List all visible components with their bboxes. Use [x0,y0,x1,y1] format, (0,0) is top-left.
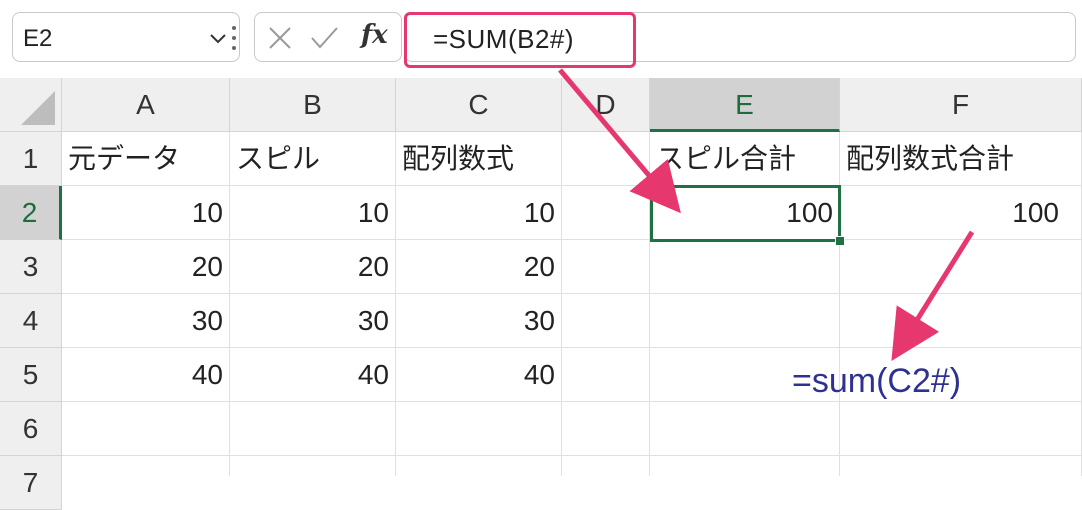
row-header-1[interactable]: 1 [0,132,62,186]
cell-d3[interactable] [562,240,650,294]
annotation-formula: =sum(C2#) [792,362,962,400]
enter-check-icon[interactable] [309,23,339,53]
cell-d6[interactable] [562,402,650,456]
cell-b7[interactable] [230,456,396,476]
cell-b2[interactable]: 10 [230,186,396,240]
cell-f1[interactable]: 配列数式合計 [840,132,1082,186]
cell-d4[interactable] [562,294,650,348]
formula-highlight-box [404,12,636,68]
cell-f2[interactable]: 100 [840,186,1082,240]
fill-handle[interactable] [835,236,845,246]
cell-a5[interactable]: 40 [62,348,230,402]
column-header-b[interactable]: B [230,78,396,132]
cell-f4[interactable] [840,294,1082,348]
column-header-e[interactable]: E [650,78,840,132]
cell-a6[interactable] [62,402,230,456]
name-box[interactable]: E2 [12,12,240,62]
cell-e7[interactable] [650,456,840,476]
row-header-3[interactable]: 3 [0,240,62,294]
cell-b5[interactable]: 40 [230,348,396,402]
cancel-icon[interactable] [265,23,295,53]
cell-d2[interactable] [562,186,650,240]
cell-c5[interactable]: 40 [396,348,562,402]
column-header-d[interactable]: D [562,78,650,132]
cell-c6[interactable] [396,402,562,456]
select-all-corner[interactable] [0,78,62,132]
grip-icon[interactable] [232,26,238,50]
cell-d5[interactable] [562,348,650,402]
cell-b6[interactable] [230,402,396,456]
cell-c7[interactable] [396,456,562,476]
cell-b3[interactable]: 20 [230,240,396,294]
cell-f3[interactable] [840,240,1082,294]
cell-a7[interactable] [62,456,230,476]
cell-f6[interactable] [840,402,1082,456]
cell-c1[interactable]: 配列数式 [396,132,562,186]
cell-e6[interactable] [650,402,840,456]
chevron-down-icon[interactable] [207,27,229,49]
formula-bar-area: E2 fx =SUM(B2#) [0,0,1082,78]
row-header-4[interactable]: 4 [0,294,62,348]
cell-f7[interactable] [840,456,1082,476]
cell-d1[interactable] [562,132,650,186]
name-box-value: E2 [23,25,53,52]
column-header-c[interactable]: C [396,78,562,132]
insert-function-icon[interactable]: fx [361,20,388,50]
row-header-2[interactable]: 2 [0,186,62,240]
cell-a3[interactable]: 20 [62,240,230,294]
cell-c3[interactable]: 20 [396,240,562,294]
cell-e4[interactable] [650,294,840,348]
cell-e1[interactable]: スピル合計 [650,132,840,186]
cell-b4[interactable]: 30 [230,294,396,348]
cell-a1[interactable]: 元データ [62,132,230,186]
cell-e3[interactable] [650,240,840,294]
formula-actions: fx [254,12,402,62]
row-header-5[interactable]: 5 [0,348,62,402]
row-header-6[interactable]: 6 [0,402,62,456]
cell-b1[interactable]: スピル [230,132,396,186]
cell-c2[interactable]: 10 [396,186,562,240]
column-header-f[interactable]: F [840,78,1082,132]
cell-a4[interactable]: 30 [62,294,230,348]
row-header-7[interactable]: 7 [0,456,62,510]
cell-d7[interactable] [562,456,650,476]
cell-c4[interactable]: 30 [396,294,562,348]
active-cell-outline [650,185,841,242]
spreadsheet-grid: A B C D E F 1 2 3 4 5 6 7 元データ スピル 配列数式 … [0,78,1082,510]
column-header-a[interactable]: A [62,78,230,132]
cell-a2[interactable]: 10 [62,186,230,240]
select-all-triangle-icon [21,91,55,125]
